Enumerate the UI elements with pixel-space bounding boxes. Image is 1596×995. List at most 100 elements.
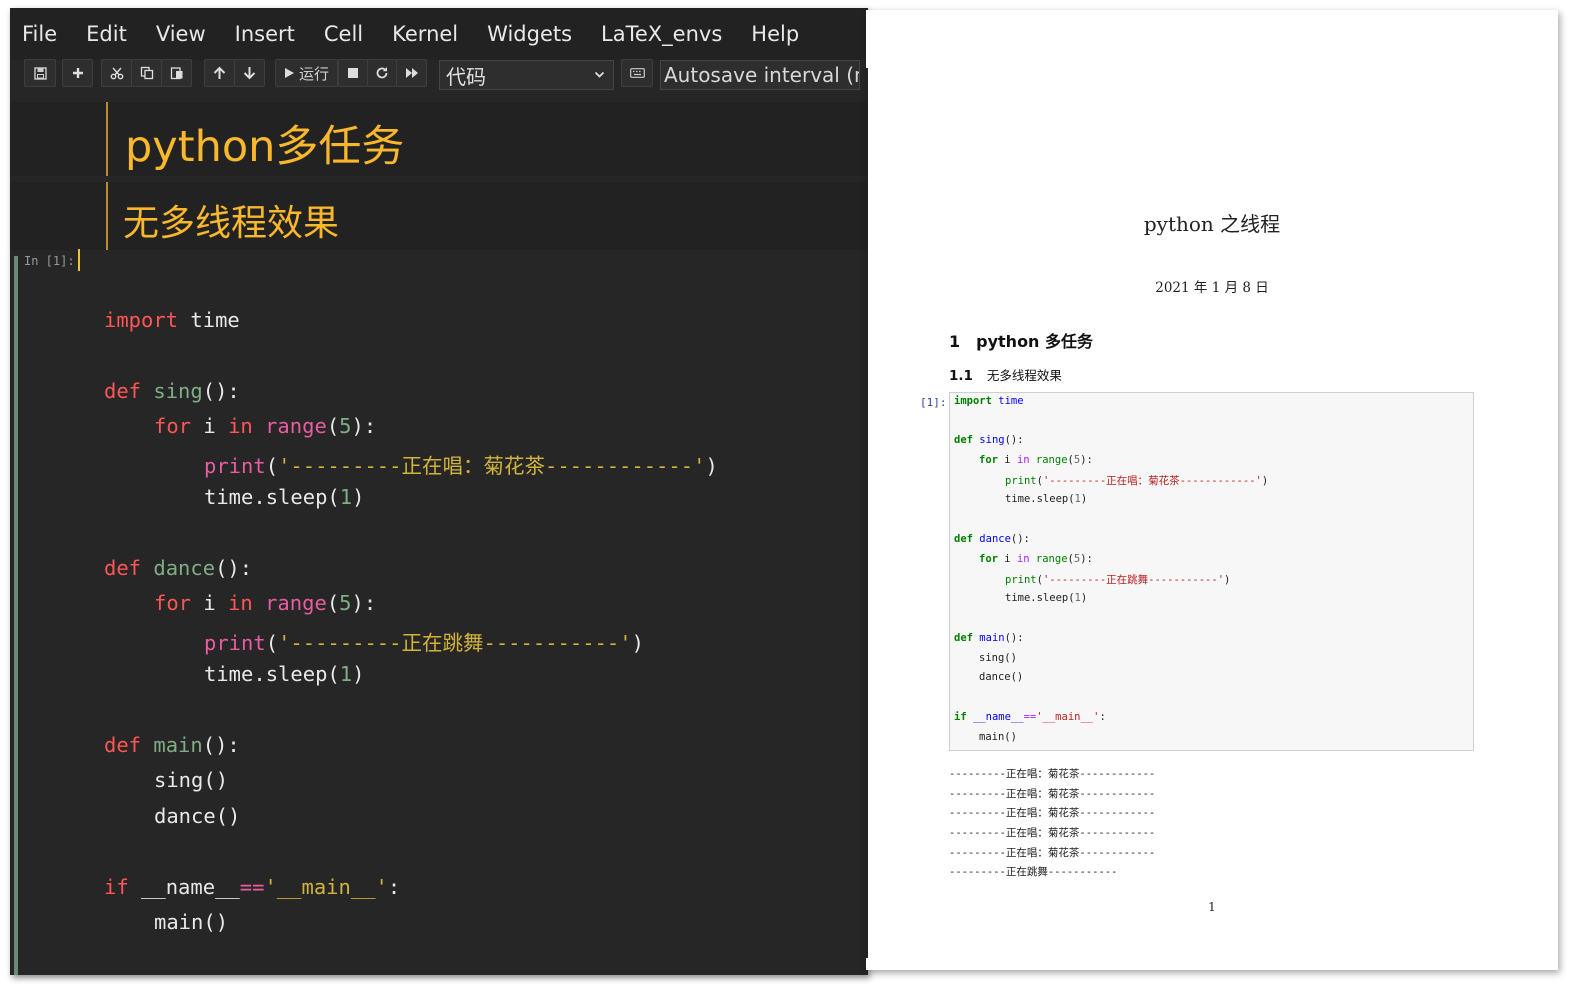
notebook-title: python多任务 — [125, 122, 405, 172]
code-token: range — [1029, 553, 1068, 565]
code-token: range — [265, 591, 327, 615]
code-token: ) — [1224, 574, 1231, 586]
code-token: ): — [351, 414, 377, 438]
menu-help[interactable]: Help — [751, 22, 799, 46]
code-cell[interactable] — [10, 256, 868, 975]
code-token: == — [239, 875, 265, 899]
code-token: range — [1029, 454, 1068, 466]
run-button[interactable]: 运行 — [275, 59, 338, 87]
code-token: ): — [351, 591, 377, 615]
code-token: time — [178, 308, 240, 332]
selected-cell-bar — [14, 256, 18, 975]
code-line: def dance(): — [104, 556, 252, 580]
code-token: '---------正在唱：菊花茶------------' — [1042, 475, 1262, 487]
pdf-section-heading: 1 python 多任务 — [949, 328, 1093, 352]
code-token: in — [1016, 553, 1030, 565]
code-token: sing() — [154, 768, 229, 792]
code-token: def — [954, 434, 973, 446]
code-token: '__main__' — [264, 875, 388, 899]
code-token: : — [1099, 711, 1106, 723]
code-token: '---------正在跳舞-----------' — [278, 631, 632, 655]
save-button[interactable] — [24, 59, 56, 87]
cut-button[interactable] — [101, 59, 132, 87]
output-line: ---------正在唱：菊花茶------------ — [949, 807, 1156, 819]
code-token: sing() — [979, 652, 1017, 664]
code-line: def sing(): — [104, 379, 240, 403]
output-line: ---------正在跳舞----------- — [949, 866, 1118, 878]
menu-widgets[interactable]: Widgets — [487, 22, 572, 46]
code-token: def — [104, 379, 142, 403]
pdf-code-line: sing() — [979, 652, 1017, 664]
pdf-code-line: def main(): — [954, 632, 1024, 644]
markdown-cell-bar — [106, 182, 108, 250]
code-token: ) — [1080, 592, 1088, 604]
restart-run-all-button[interactable] — [396, 59, 427, 87]
menu-latex-envs[interactable]: LaTeX_envs — [601, 22, 722, 46]
code-token: '__main__' — [1036, 711, 1100, 723]
restart-button[interactable] — [367, 59, 397, 87]
menu-view[interactable]: View — [156, 22, 206, 46]
code-token: def — [954, 632, 973, 644]
cell-type-select[interactable]: 代码 — [439, 60, 614, 90]
code-token: ) — [705, 454, 718, 478]
pdf-code-line: time.sleep(1) — [1005, 493, 1087, 505]
arrow-down-icon — [243, 67, 256, 80]
copy-button[interactable] — [131, 59, 162, 87]
code-token: 1 — [339, 662, 353, 686]
pdf-input-prompt: [1]: — [920, 396, 947, 409]
interrupt-button[interactable] — [338, 59, 368, 87]
pdf-code-line: import time — [954, 395, 1024, 407]
code-token: print — [204, 631, 266, 655]
code-token: 1 — [339, 485, 353, 509]
code-token: (): — [1004, 632, 1024, 644]
code-line: if __name__=='__main__': — [104, 875, 400, 899]
menu-edit[interactable]: Edit — [86, 22, 127, 46]
pdf-preview-page: python 之线程 2021 年 1 月 8 日 1 python 多任务 1.… — [866, 10, 1558, 970]
markdown-cell-h1[interactable]: python多任务 — [10, 102, 868, 176]
code-token: import — [104, 308, 179, 332]
code-line: for i in range(5): — [154, 591, 377, 615]
pdf-code-line: print('---------正在唱：菊花茶------------') — [1005, 475, 1269, 487]
pdf-code-line: for i in range(5): — [979, 454, 1093, 466]
input-prompt: In [1]: — [24, 254, 75, 268]
move-up-button[interactable] — [204, 59, 235, 87]
code-token: i — [191, 414, 229, 438]
cell-type-value: 代码 — [446, 64, 486, 89]
code-line: def main(): — [104, 733, 240, 757]
output-line: ---------正在唱：菊花茶------------ — [949, 827, 1156, 839]
menu-cell[interactable]: Cell — [324, 22, 363, 46]
pdf-code-line: def sing(): — [954, 434, 1024, 446]
output-line: ---------正在唱：菊花茶------------ — [949, 847, 1156, 859]
move-down-button[interactable] — [234, 59, 265, 87]
code-token: def — [954, 533, 973, 545]
code-token: for — [154, 414, 192, 438]
menu-insert[interactable]: Insert — [235, 22, 295, 46]
menubar: File Edit View Insert Cell Kernel Widget… — [10, 8, 868, 60]
code-token: main — [153, 733, 203, 757]
pdf-left-border — [866, 68, 868, 958]
code-line: sing() — [154, 768, 228, 792]
pdf-date: 2021 年 1 月 8 日 — [1155, 280, 1269, 296]
code-token: dance() — [154, 804, 241, 828]
code-line: main() — [154, 910, 228, 934]
command-palette-button[interactable] — [621, 59, 653, 87]
pdf-code-line: for i in range(5): — [979, 553, 1093, 565]
markdown-cell-h2[interactable]: 无多线程效果 — [10, 182, 868, 250]
paste-button[interactable] — [161, 59, 192, 87]
play-icon — [284, 68, 294, 78]
scissors-icon — [110, 67, 123, 80]
fast-forward-icon — [405, 68, 418, 78]
code-token: in — [228, 591, 253, 615]
add-cell-button[interactable] — [62, 59, 93, 87]
menu-file[interactable]: File — [22, 22, 57, 46]
autosave-interval-select[interactable]: Autosave interval (min) — [660, 60, 860, 90]
keyboard-icon — [629, 68, 645, 78]
pdf-code-line: dance() — [979, 671, 1023, 683]
code-token: if — [954, 711, 967, 723]
menu-kernel[interactable]: Kernel — [392, 22, 458, 46]
code-token: ) — [352, 662, 365, 686]
code-token: ) — [1261, 475, 1269, 487]
code-token: 5 — [339, 591, 352, 615]
code-token: dance — [979, 533, 1011, 545]
page-number: 1 — [1208, 900, 1216, 914]
